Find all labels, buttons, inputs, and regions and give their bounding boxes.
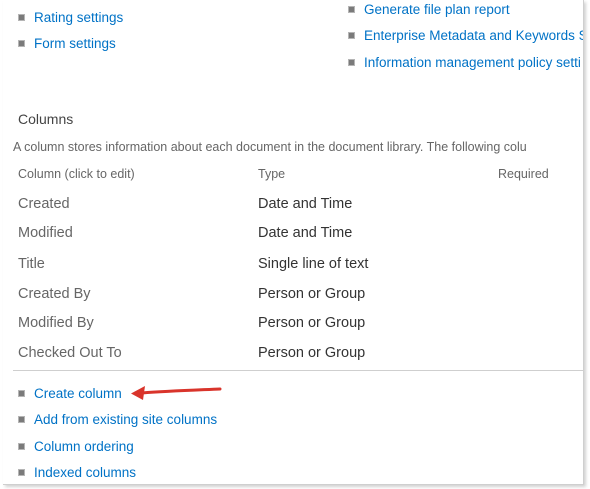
column-required-header: Required <box>498 167 549 181</box>
column-name-link[interactable]: Title <box>18 256 45 272</box>
square-bullet-icon <box>18 390 25 397</box>
square-bullet-icon <box>348 6 355 13</box>
create-column-link[interactable]: Create column <box>18 386 122 401</box>
add-from-existing-site-columns-link[interactable]: Add from existing site columns <box>18 412 217 427</box>
column-ordering-link[interactable]: Column ordering <box>18 439 134 454</box>
column-name-link[interactable]: Modified By <box>18 315 94 331</box>
link-label: Generate file plan report <box>364 2 510 17</box>
link-label: Add from existing site columns <box>34 412 218 427</box>
square-bullet-icon <box>18 469 25 476</box>
columns-section-title: Columns <box>18 111 74 127</box>
square-bullet-icon <box>18 40 25 47</box>
red-arrow-annotation-icon <box>131 386 222 400</box>
column-name-header: Column (click to edit) <box>18 167 135 181</box>
form-settings-link[interactable]: Form settings <box>18 36 116 51</box>
table-row: Created By Person or Group <box>3 286 583 316</box>
columns-description: A column stores information about each d… <box>13 140 527 154</box>
library-settings-page: Rating settings Form settings Generate f… <box>3 0 584 485</box>
enterprise-metadata-keywords-link[interactable]: Enterprise Metadata and Keywords Se <box>348 28 584 43</box>
column-type: Date and Time <box>258 196 353 212</box>
table-row: Modified By Person or Group <box>3 315 583 345</box>
column-type: Person or Group <box>258 286 366 302</box>
column-type: Person or Group <box>258 315 366 331</box>
column-type: Person or Group <box>258 345 366 361</box>
square-bullet-icon <box>348 32 355 39</box>
column-type-header: Type <box>258 167 286 181</box>
indexed-columns-link[interactable]: Indexed columns <box>18 465 136 480</box>
square-bullet-icon <box>348 59 355 66</box>
table-row: Title Single line of text <box>3 256 583 286</box>
square-bullet-icon <box>18 416 25 423</box>
link-label: Rating settings <box>34 10 124 25</box>
link-label: Create column <box>34 386 122 401</box>
column-type: Date and Time <box>258 225 353 241</box>
information-management-policy-link[interactable]: Information management policy setti <box>348 55 581 70</box>
column-type: Single line of text <box>258 256 369 272</box>
section-divider <box>13 370 583 371</box>
square-bullet-icon <box>18 443 25 450</box>
link-label: Enterprise Metadata and Keywords Se <box>364 28 584 43</box>
rating-settings-link[interactable]: Rating settings <box>18 10 123 25</box>
link-label: Column ordering <box>34 439 134 454</box>
link-label: Information management policy setti <box>364 55 581 70</box>
square-bullet-icon <box>18 14 25 21</box>
link-label: Form settings <box>34 36 116 51</box>
table-row: Modified Date and Time <box>3 225 583 255</box>
column-name-link[interactable]: Checked Out To <box>18 345 122 361</box>
column-name-link[interactable]: Modified <box>18 225 73 241</box>
table-row: Created Date and Time <box>3 196 583 226</box>
column-name-link[interactable]: Created <box>18 196 70 212</box>
link-label: Indexed columns <box>34 465 137 480</box>
column-name-link[interactable]: Created By <box>18 286 91 302</box>
generate-file-plan-report-link[interactable]: Generate file plan report <box>348 2 510 17</box>
